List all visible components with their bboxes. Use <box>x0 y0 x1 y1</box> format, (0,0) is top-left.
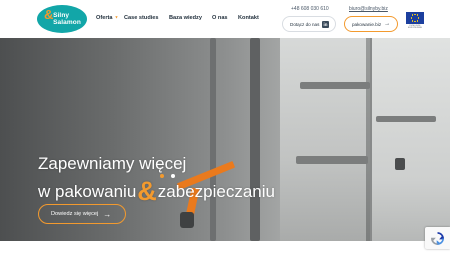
hero-title: Zapewniamy więcej w pakowaniu&zabezpiecz… <box>38 151 275 206</box>
email-link[interactable]: biuro@silnyby.biz <box>349 6 388 12</box>
eu-caption: FUNDUSZE EUROPEJSKIE <box>407 25 422 29</box>
nav-item-o-nas[interactable]: O nas <box>212 15 228 21</box>
chevron-down-icon: ▼ <box>114 14 119 20</box>
logo-words: Silny Salamon <box>53 12 81 26</box>
door-gap <box>366 38 372 241</box>
nav-item-kontakt[interactable]: Kontakt <box>238 15 259 21</box>
phone-link[interactable]: +48 608 030 610 <box>291 6 329 12</box>
nav-item-oferta[interactable]: Oferta ▼ <box>96 14 119 22</box>
hero-ampersand: & <box>137 176 157 206</box>
container-door-left <box>280 38 370 241</box>
recaptcha-icon <box>431 231 444 245</box>
nav-label: Oferta <box>96 15 113 21</box>
linkedin-icon: in <box>322 21 329 28</box>
door-hinge <box>296 156 368 164</box>
slider-dot-2[interactable] <box>171 174 175 178</box>
hero-title-line1: Zapewniamy więcej <box>38 154 187 173</box>
pakowanie-biz-label: pakowanie.biz <box>352 21 382 27</box>
eu-funds-badge: FUNDUSZE EUROPEJSKIE <box>406 12 424 31</box>
hero-slider: Zapewniamy więcej w pakowaniu&zabezpiecz… <box>0 38 450 241</box>
slider-dot-1[interactable] <box>160 174 164 178</box>
nav-item-case-studies[interactable]: Case studies <box>124 15 159 21</box>
recaptcha-badge[interactable] <box>425 227 450 249</box>
join-us-button[interactable]: Dotącz do nas in <box>282 16 336 32</box>
page-bottom-strip <box>0 241 450 253</box>
padlock <box>180 212 194 228</box>
eu-flag-icon <box>406 12 424 24</box>
nav-item-baza-wiedzy[interactable]: Baza wiedzy <box>169 15 202 21</box>
learn-more-label: Dowiedz się więcej <box>51 211 99 217</box>
join-us-label: Dotącz do nas <box>290 21 320 27</box>
hero-title-before: w pakowaniu <box>38 182 137 201</box>
door-hinge <box>300 82 370 89</box>
logo-line1: Silny <box>53 12 70 19</box>
logo-ampersand: & <box>44 7 54 22</box>
container-door-right <box>372 38 450 241</box>
hero-title-after: zabezpieczaniu <box>157 182 275 201</box>
hero-title-line2: w pakowaniu&zabezpieczaniu <box>38 176 275 206</box>
lock-rod <box>250 38 260 241</box>
arrow-right-icon: → <box>103 209 112 219</box>
lock-rod <box>210 38 216 241</box>
site-header: & Silny Salamon Oferta ▼ Case studies Baz… <box>0 0 450 38</box>
pakowanie-biz-button[interactable]: pakowanie.biz → <box>344 16 398 32</box>
learn-more-button[interactable]: Dowiedz się więcej → <box>38 204 126 224</box>
slider-dots <box>160 174 182 178</box>
logo[interactable]: & Silny Salamon <box>37 5 87 33</box>
logo-line2: Salamon <box>53 19 81 26</box>
arrow-right-icon: → <box>384 21 391 27</box>
padlock <box>395 158 405 170</box>
door-hinge <box>376 116 436 122</box>
